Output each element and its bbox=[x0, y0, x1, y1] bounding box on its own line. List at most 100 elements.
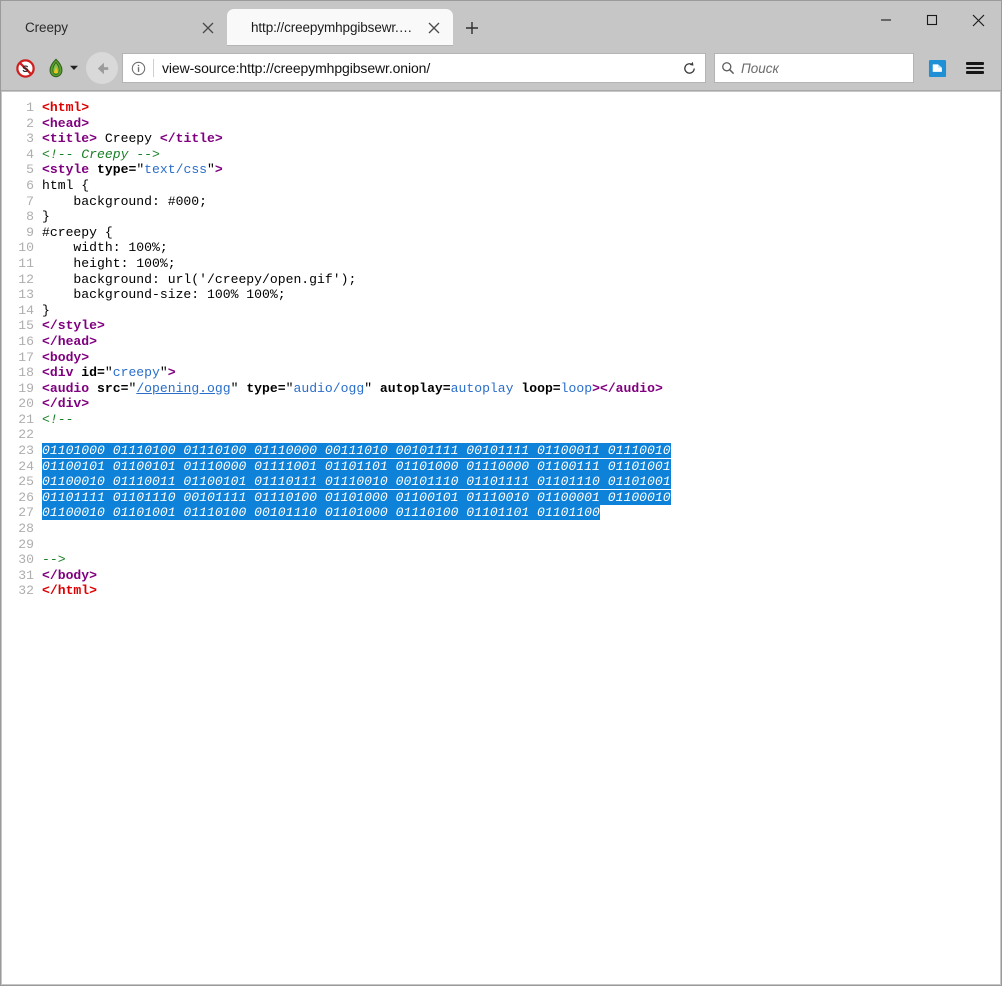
source-text: </head> bbox=[42, 334, 97, 350]
code-token: type= bbox=[97, 162, 136, 177]
svg-text:S: S bbox=[22, 64, 29, 75]
code-token: width: 100%; bbox=[42, 240, 168, 255]
url-text[interactable]: view-source:http://creepymhpgibsewr.onio… bbox=[154, 60, 673, 76]
source-line: 20</div> bbox=[2, 396, 1000, 412]
source-line: 21<!-- bbox=[2, 412, 1000, 428]
search-icon bbox=[715, 54, 741, 82]
code-token: " bbox=[105, 365, 113, 380]
source-line: 1<html> bbox=[2, 100, 1000, 116]
code-token: loop= bbox=[521, 381, 560, 396]
line-number: 6 bbox=[2, 178, 42, 194]
plus-icon bbox=[465, 21, 479, 35]
code-token: } bbox=[42, 209, 50, 224]
code-token: </style> bbox=[42, 318, 105, 333]
info-circle-icon[interactable] bbox=[123, 54, 153, 82]
code-token: html { bbox=[42, 178, 89, 193]
source-text: </div> bbox=[42, 396, 89, 412]
source-text: <html> bbox=[42, 100, 89, 116]
source-line: 19<audio src="/opening.ogg" type="audio/… bbox=[2, 381, 1000, 397]
code-token: </audio> bbox=[600, 381, 663, 396]
line-number: 14 bbox=[2, 303, 42, 319]
source-line: 7 background: #000; bbox=[2, 194, 1000, 210]
line-number: 2 bbox=[2, 116, 42, 132]
minimize-button[interactable] bbox=[863, 1, 909, 39]
search-input[interactable]: Поиск bbox=[741, 61, 779, 76]
source-line: 6html { bbox=[2, 178, 1000, 194]
hamburger-menu-icon bbox=[966, 60, 984, 75]
hamburger-menu-button[interactable] bbox=[958, 53, 992, 83]
code-token: type= bbox=[246, 381, 285, 396]
code-token: creepy bbox=[113, 365, 160, 380]
source-line: 2401100101 01100101 01110000 01111001 01… bbox=[2, 459, 1000, 475]
source-text: width: 100%; bbox=[42, 240, 168, 256]
code-token: " bbox=[364, 381, 380, 396]
source-link[interactable]: /opening.ogg bbox=[136, 381, 230, 396]
code-token: " bbox=[136, 162, 144, 177]
code-token: } bbox=[42, 303, 50, 318]
code-token: " bbox=[160, 365, 168, 380]
share-icon[interactable] bbox=[920, 53, 954, 83]
line-number: 26 bbox=[2, 490, 42, 506]
source-text bbox=[42, 427, 50, 443]
code-token: audio/ogg bbox=[293, 381, 364, 396]
line-number: 4 bbox=[2, 147, 42, 163]
line-number: 13 bbox=[2, 287, 42, 303]
line-number: 28 bbox=[2, 521, 42, 537]
source-line: 2<head> bbox=[2, 116, 1000, 132]
maximize-icon bbox=[926, 14, 938, 26]
line-number: 15 bbox=[2, 318, 42, 334]
source-line: 10 width: 100%; bbox=[2, 240, 1000, 256]
new-tab-button[interactable] bbox=[455, 9, 489, 46]
source-text: </style> bbox=[42, 318, 105, 334]
source-text: </body> bbox=[42, 568, 97, 584]
view-source-content[interactable]: 1<html>2<head>3<title> Creepy </title>4<… bbox=[2, 92, 1000, 984]
close-button[interactable] bbox=[955, 1, 1001, 39]
tab-close-icon[interactable] bbox=[423, 17, 445, 39]
line-number: 17 bbox=[2, 350, 42, 366]
source-line: 12 background: url('/creepy/open.gif'); bbox=[2, 272, 1000, 288]
source-line: 28 bbox=[2, 521, 1000, 537]
noscript-icon[interactable]: S bbox=[10, 53, 40, 83]
torbutton-onion-icon[interactable] bbox=[40, 53, 82, 83]
reload-icon bbox=[682, 61, 697, 76]
maximize-button[interactable] bbox=[909, 1, 955, 39]
source-line: 2701100010 01101001 01110100 00101110 01… bbox=[2, 505, 1000, 521]
line-number: 19 bbox=[2, 381, 42, 397]
back-button[interactable] bbox=[86, 52, 118, 84]
line-number: 9 bbox=[2, 225, 42, 241]
selected-source-text: 01101000 01110100 01110100 01110000 0011… bbox=[42, 443, 671, 459]
source-line: 22 bbox=[2, 427, 1000, 443]
url-bar[interactable]: view-source:http://creepymhpgibsewr.onio… bbox=[122, 53, 706, 83]
tab-close-icon[interactable] bbox=[197, 17, 219, 39]
search-bar[interactable]: Поиск bbox=[714, 53, 914, 83]
source-text: <!-- Creepy --> bbox=[42, 147, 160, 163]
code-token: </div> bbox=[42, 396, 89, 411]
line-number: 5 bbox=[2, 162, 42, 178]
code-token: </head> bbox=[42, 334, 97, 349]
code-token: <!-- bbox=[42, 412, 73, 427]
code-token: background: #000; bbox=[42, 194, 207, 209]
tab-view-source[interactable]: http://creepymhpgibsewr.oni... bbox=[227, 9, 453, 46]
reload-button[interactable] bbox=[673, 54, 705, 82]
code-token: Creepy bbox=[97, 131, 160, 146]
tab-creepy[interactable]: Creepy bbox=[1, 9, 227, 46]
source-text: background-size: 100% 100%; bbox=[42, 287, 286, 303]
code-token: </html> bbox=[42, 583, 97, 598]
line-number: 10 bbox=[2, 240, 42, 256]
selected-source-text: 01100010 01110011 01100101 01110111 0111… bbox=[42, 474, 671, 490]
code-token: <body> bbox=[42, 350, 89, 365]
window-controls bbox=[863, 1, 1001, 39]
code-token: 01100101 01100101 01110000 01111001 0110… bbox=[42, 459, 671, 474]
code-token bbox=[89, 162, 97, 177]
code-token: <style bbox=[42, 162, 89, 177]
source-line: 18<div id="creepy"> bbox=[2, 365, 1000, 381]
code-token: --> bbox=[42, 552, 66, 567]
line-number: 30 bbox=[2, 552, 42, 568]
source-text: html { bbox=[42, 178, 89, 194]
code-token: <div bbox=[42, 365, 73, 380]
source-text: #creepy { bbox=[42, 225, 113, 241]
source-text: } bbox=[42, 209, 50, 225]
line-number: 12 bbox=[2, 272, 42, 288]
source-line: 9#creepy { bbox=[2, 225, 1000, 241]
code-token: 01100010 01110011 01100101 01110111 0111… bbox=[42, 474, 671, 489]
